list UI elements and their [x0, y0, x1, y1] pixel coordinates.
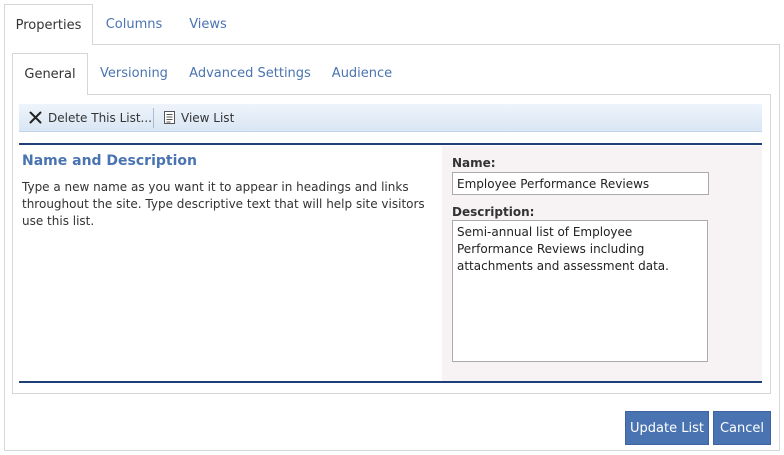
tab-advanced-settings[interactable]: Advanced Settings	[188, 53, 312, 95]
view-list-button[interactable]: View List	[181, 104, 234, 132]
section-top-rule	[19, 143, 762, 145]
outer-tab-strip: Properties Columns Views	[4, 4, 780, 45]
document-icon	[164, 111, 175, 124]
name-input[interactable]	[452, 172, 709, 195]
tab-audience[interactable]: Audience	[326, 53, 398, 95]
list-toolbar: Delete This List... View List	[19, 104, 762, 132]
update-list-button[interactable]: Update List	[625, 411, 709, 445]
tab-views[interactable]: Views	[180, 4, 236, 45]
description-textarea[interactable]: Semi-annual list of Employee Performance…	[452, 220, 708, 362]
cancel-button[interactable]: Cancel	[713, 411, 771, 445]
section-description: Type a new name as you want it to appear…	[22, 180, 425, 228]
tab-general[interactable]: General	[12, 53, 88, 95]
tab-properties[interactable]: Properties	[4, 4, 93, 45]
delete-list-button[interactable]: Delete This List...	[48, 104, 152, 132]
toolbar-separator	[153, 108, 154, 128]
section-bottom-rule	[19, 381, 762, 383]
description-label: Description:	[452, 205, 535, 219]
section-title: Name and Description	[22, 153, 197, 169]
name-label: Name:	[452, 156, 496, 170]
delete-x-icon	[29, 111, 42, 124]
tab-columns[interactable]: Columns	[98, 4, 170, 45]
tab-versioning[interactable]: Versioning	[96, 53, 172, 95]
